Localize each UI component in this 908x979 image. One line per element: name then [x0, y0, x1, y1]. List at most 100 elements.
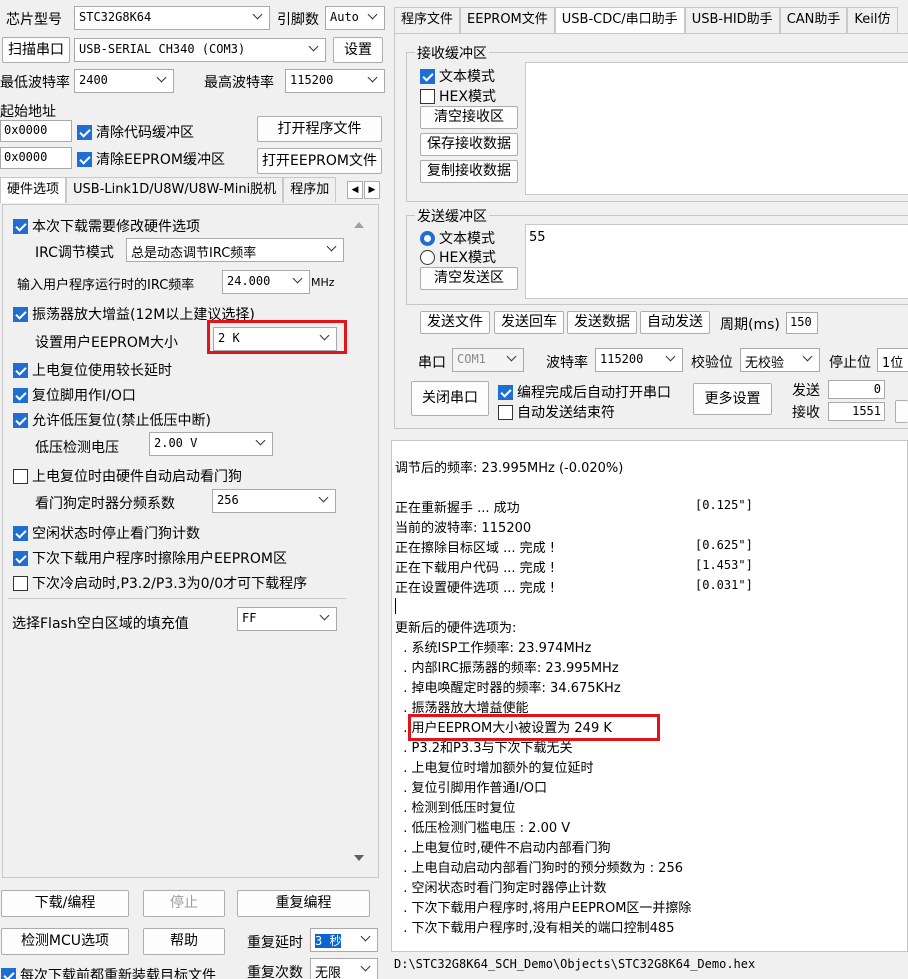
repeat-count-label: 重复次数: [247, 965, 303, 979]
send-text-mode-radio[interactable]: 文本模式: [420, 228, 495, 248]
chevron-down-icon: [361, 933, 371, 943]
tab-program-encrypt[interactable]: 程序加: [283, 177, 337, 203]
tab-can[interactable]: CAN助手: [779, 7, 848, 33]
open-eeprom-button[interactable]: 打开EEPROM文件: [257, 148, 382, 174]
auto-open-checkbox[interactable]: 编程完成后自动打开串口: [498, 382, 671, 402]
checkbox-checked-icon: [13, 387, 28, 403]
idle-wdt-checkbox[interactable]: 空闲状态时停止看门狗计数: [13, 523, 200, 543]
save-recv-button[interactable]: 保存接收数据: [420, 133, 518, 156]
baud-label: 波特率: [546, 355, 588, 371]
baud-select[interactable]: 115200: [595, 348, 683, 372]
reprogram-button[interactable]: 重复编程: [237, 890, 370, 917]
checkbox-unchecked-icon: [13, 468, 28, 484]
detect-mcu-button[interactable]: 检测MCU选项: [1, 928, 129, 955]
clear-code-checkbox[interactable]: 清除代码缓冲区: [77, 122, 194, 142]
cold-boot-checkbox[interactable]: 下次冷启动时,P3.2/P3.3为0/0才可下载程序: [13, 573, 307, 593]
checkbox-checked-icon: [420, 68, 435, 84]
repeat-delay-select[interactable]: 3 秒: [310, 928, 378, 952]
irc-mode-label: IRC调节模式: [35, 245, 114, 261]
tab-usb-link[interactable]: USB-Link1D/U8W/U8W-Mini脱机: [66, 177, 284, 203]
repeat-count-select[interactable]: 无限: [310, 958, 378, 979]
send-hex-mode-radio[interactable]: HEX模式: [420, 247, 496, 267]
download-button[interactable]: 下载/编程: [1, 890, 129, 917]
log-line: . 上电复位时,硬件不启动内部看门狗: [395, 841, 611, 856]
more-settings-button[interactable]: 更多设置: [693, 383, 772, 415]
modify-hw-checkbox[interactable]: 本次下载需要修改硬件选项: [13, 216, 200, 236]
power-delay-checkbox[interactable]: 上电复位使用较长延时: [13, 360, 172, 380]
checkbox-unchecked-icon: [13, 575, 28, 591]
recv-textarea[interactable]: [525, 62, 908, 195]
log-line: . 下次下载用户程序时,没有相关的端口控制485: [395, 921, 675, 936]
irc-mode-select[interactable]: 总是动态调节IRC频率: [126, 238, 344, 262]
open-program-button[interactable]: 打开程序文件: [257, 116, 382, 142]
lvr-checkbox[interactable]: 允许低压复位(禁止低压中断): [13, 410, 211, 430]
wdt-div-label: 看门狗定时器分频系数: [35, 496, 175, 512]
stop-button[interactable]: 停止: [143, 890, 225, 917]
code-addr-input[interactable]: 0x0000: [0, 120, 72, 142]
clear-eeprom-checkbox[interactable]: 清除EEPROM缓冲区: [77, 149, 225, 169]
chevron-down-icon: [803, 353, 813, 363]
checkbox-checked-icon: [77, 124, 92, 140]
tab-hardware-options[interactable]: 硬件选项: [0, 177, 67, 203]
recv-hex-mode-checkbox[interactable]: HEX模式: [420, 86, 496, 106]
max-baud-select[interactable]: 115200: [285, 69, 385, 93]
wdt-auto-checkbox[interactable]: 上电复位时由硬件自动启动看门狗: [13, 466, 242, 486]
send-data-button[interactable]: 发送数据: [567, 311, 637, 334]
serial-port-label: 串口: [418, 355, 446, 371]
send-file-button[interactable]: 发送文件: [420, 311, 490, 334]
serial-port-select[interactable]: COM1: [452, 348, 524, 372]
checkbox-checked-icon: [77, 151, 92, 167]
log-line: . 检测到低压时复位: [395, 801, 516, 816]
tab-program-file[interactable]: 程序文件: [394, 7, 461, 33]
period-input[interactable]: 150: [786, 312, 818, 334]
auto-send-button[interactable]: 自动发送: [640, 311, 710, 334]
chevron-down-icon: [368, 11, 378, 21]
min-baud-select[interactable]: 2400: [74, 69, 174, 93]
send-group-title: 发送缓冲区: [415, 206, 489, 226]
scroll-down-icon[interactable]: [354, 855, 364, 861]
wdt-div-select[interactable]: 256: [212, 489, 336, 513]
tab-scroll-right-icon[interactable]: ▶: [364, 181, 380, 199]
stop-bits-select[interactable]: 1位: [877, 348, 908, 372]
chevron-down-icon: [361, 963, 371, 973]
log-line: . 上电复位时增加额外的复位延时: [395, 761, 594, 776]
port-select[interactable]: USB-SERIAL CH340 (COM3): [74, 38, 326, 62]
clear-count-button[interactable]: [895, 400, 908, 423]
fill-select[interactable]: FF: [237, 607, 337, 631]
recv-text-mode-checkbox[interactable]: 文本模式: [420, 66, 495, 86]
eeprom-size-label: 设置用户EEPROM大小: [35, 335, 178, 351]
tab-usb-hid[interactable]: USB-HID助手: [684, 7, 780, 33]
auto-end-checkbox[interactable]: 自动发送结束符: [498, 402, 615, 422]
send-enter-button[interactable]: 发送回车: [494, 311, 564, 334]
pin-select[interactable]: Auto: [325, 6, 385, 30]
log-output[interactable]: ⁻⁻⁻⁻⁻⁻⁻⁻ 调节后的频率: 23.995MHz (-0.020%) 正在重…: [391, 440, 908, 952]
rx-label: 接收: [792, 405, 820, 421]
help-button[interactable]: 帮助: [143, 928, 225, 955]
max-baud-label: 最高波特率: [204, 75, 274, 91]
parity-select[interactable]: 无校验: [740, 348, 820, 372]
tab-eeprom-file[interactable]: EEPROM文件: [460, 7, 555, 33]
log-time: [0.125"]: [695, 498, 753, 512]
scan-port-button[interactable]: 扫描串口: [2, 37, 70, 63]
tab-scroll-left-icon[interactable]: ◀: [347, 181, 363, 199]
eeprom-addr-input[interactable]: 0x0000: [0, 147, 72, 169]
checkbox-checked-icon: [13, 550, 28, 566]
chip-select[interactable]: STC32G8K64: [74, 6, 270, 30]
tab-keil[interactable]: Keil仿: [847, 7, 898, 33]
hw-options-scrollbar[interactable]: [348, 213, 370, 867]
copy-recv-button[interactable]: 复制接收数据: [420, 160, 518, 183]
close-port-button[interactable]: 关闭串口: [411, 381, 489, 416]
chevron-down-icon: [368, 74, 378, 84]
erase-eeprom-checkbox[interactable]: 下次下载用户程序时擦除用户EEPROM区: [13, 548, 287, 568]
tab-serial-assistant[interactable]: USB-CDC/串口助手: [554, 7, 685, 33]
clear-recv-button[interactable]: 清空接收区: [420, 106, 518, 129]
reset-io-checkbox[interactable]: 复位脚用作I/O口: [13, 385, 136, 405]
settings-button[interactable]: 设置: [333, 37, 383, 63]
scroll-up-icon[interactable]: [354, 222, 364, 228]
lvd-select[interactable]: 2.00 V: [149, 432, 273, 456]
chevron-down-icon: [320, 612, 330, 622]
reload-checkbox[interactable]: 每次下载前都重新装载目标文件: [1, 965, 216, 979]
irc-freq-select[interactable]: 24.000: [222, 270, 310, 294]
clear-send-button[interactable]: 清空发送区: [420, 267, 518, 290]
send-textarea[interactable]: 55: [525, 224, 908, 299]
